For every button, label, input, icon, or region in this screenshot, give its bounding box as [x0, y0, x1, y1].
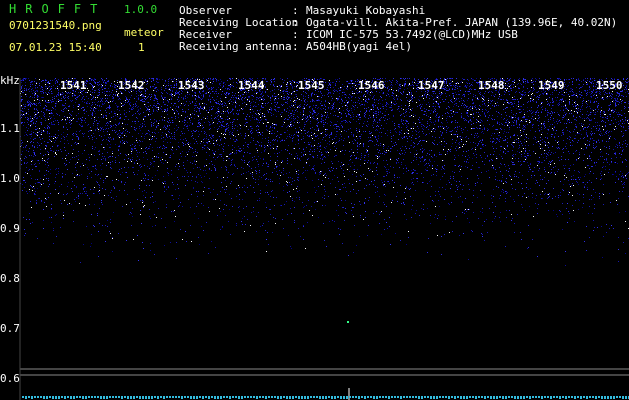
y-tick-label: 0.6: [0, 372, 20, 385]
x-tick-label: 1541: [60, 79, 87, 92]
antenna-label: Receiving antenna: [179, 40, 292, 53]
meteor-count: 1: [138, 41, 145, 54]
date-time: 07.01.23 15:40: [9, 41, 102, 54]
x-tick-label: 1542: [118, 79, 145, 92]
app-name: HROFFT: [9, 2, 107, 16]
y-tick-label: 0.7: [0, 322, 20, 335]
meteor-echo: [347, 321, 349, 323]
meteor-label: meteor: [124, 26, 164, 39]
x-tick-label: 1547: [418, 79, 445, 92]
colon: :: [292, 40, 299, 53]
antenna-value: A504HB(yagi 4el): [306, 40, 412, 53]
x-tick-label: 1549: [538, 79, 565, 92]
x-tick-label: 1543: [178, 79, 205, 92]
spectrogram: [0, 78, 629, 400]
y-tick-label: 1.0: [0, 172, 20, 185]
y-tick-label: 1.1: [0, 122, 20, 135]
x-tick-label: 1544: [238, 79, 265, 92]
file-name: 0701231540.png: [9, 19, 102, 32]
y-axis-unit: kHz: [0, 74, 20, 87]
app-version: 1.0.0: [124, 3, 158, 16]
y-tick-label: 0.9: [0, 222, 20, 235]
header-panel: HROFFT 1.0.0 0701231540.png meteor 07.01…: [0, 0, 629, 78]
y-tick-label: 0.8: [0, 272, 20, 285]
x-tick-label: 1546: [358, 79, 385, 92]
x-tick-label: 1548: [478, 79, 505, 92]
x-tick-label: 1545: [298, 79, 325, 92]
x-tick-label: 1550: [596, 79, 623, 92]
spectrogram-background: [0, 78, 629, 400]
